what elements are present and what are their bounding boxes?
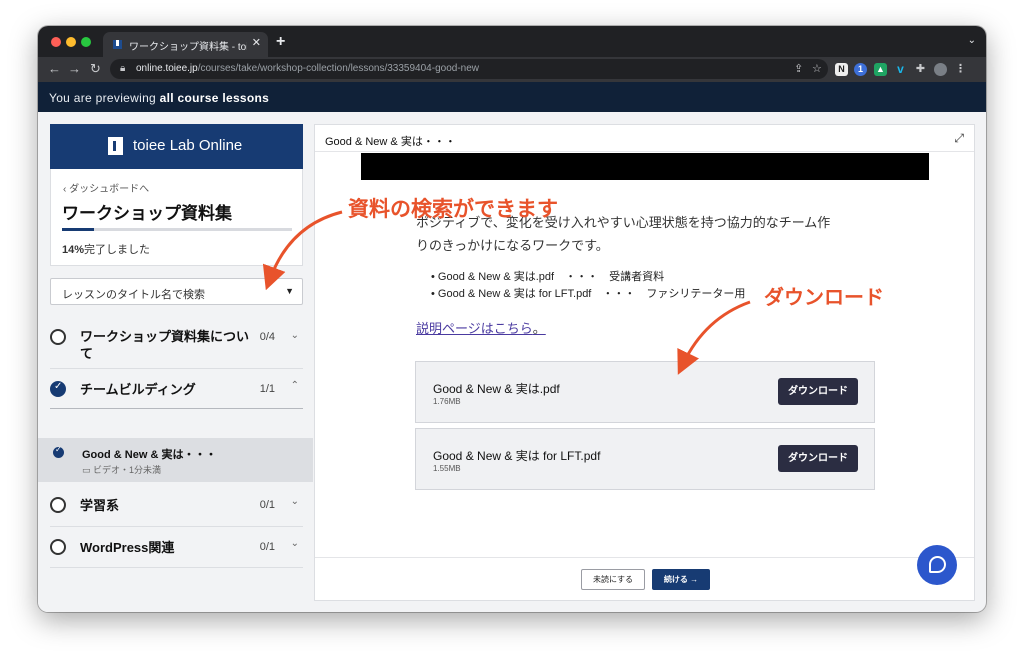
vimeo-extension-icon[interactable]: v — [894, 63, 907, 76]
file-list-item: Good & New & 実は for LFT.pdf ・・・ ファシリテーター… — [431, 286, 745, 303]
lesson-item-active[interactable]: Good & New & 実は・・・ ▭ ビデオ・1分未満 — [38, 438, 313, 482]
back-icon[interactable]: ← — [48, 61, 61, 76]
school-name: toiee Lab Online — [133, 137, 243, 154]
info-page-link[interactable]: 説明ページはこちら。 — [416, 318, 546, 337]
lesson-search-placeholder: レッスンのタイトル名で検索 — [62, 289, 205, 301]
chapter-item[interactable]: WordPress関連 0/1 ⌄ — [50, 526, 303, 566]
school-header[interactable]: toiee Lab Online — [50, 124, 303, 169]
preview-banner: You are previewing all course lessons — [38, 82, 986, 112]
chapter-item[interactable]: 学習系 0/1 ⌄ — [50, 484, 303, 524]
download-file-size: 1.55MB — [433, 464, 461, 473]
course-progress-text: 14%完了しました — [62, 244, 151, 256]
chapter-count: 0/1 — [259, 499, 275, 511]
download-item: Good & New & 実は for LFT.pdf 1.55MB ダウンロー… — [415, 428, 875, 490]
course-card: ‹ ダッシュボードへ ワークショップ資料集 14%完了しました — [50, 169, 303, 266]
divider — [50, 567, 303, 568]
chapter-count: 1/1 — [259, 383, 275, 395]
course-progress-bar — [62, 228, 292, 231]
annotation-search-note: 資料の検索ができます — [348, 197, 558, 221]
notion-extension-icon[interactable]: N — [835, 63, 848, 76]
chevron-down-icon[interactable]: ⌄ — [291, 538, 299, 549]
minimize-window-button[interactable] — [66, 37, 76, 47]
download-button[interactable]: ダウンロード — [778, 378, 858, 405]
download-button[interactable]: ダウンロード — [778, 445, 858, 472]
chapter-count: 0/4 — [259, 331, 275, 343]
chapter-status-circle-icon — [50, 539, 66, 555]
lesson-meta: ▭ ビデオ・1分未満 — [82, 465, 162, 475]
lesson-header: Good & New & 実は・・・ ⤢ — [315, 125, 974, 152]
tab-close-icon[interactable]: ✕ — [252, 36, 261, 49]
mark-incomplete-button[interactable]: 未読にする — [581, 569, 645, 590]
chapter-item[interactable]: ワークショップ資料集について 0/4 ⌄ — [50, 320, 303, 368]
expand-icon[interactable]: ⤢ — [954, 131, 964, 146]
course-title: ワークショップ資料集 — [62, 204, 232, 223]
file-list-item: Good & New & 実は.pdf ・・・ 受講者資料 — [431, 269, 745, 286]
chevron-down-icon[interactable]: ⌄ — [291, 330, 299, 341]
zoom-window-button[interactable] — [81, 37, 91, 47]
divider — [50, 408, 303, 409]
video-camera-icon: ▭ — [82, 465, 94, 475]
caret-down-icon: ▼ — [285, 286, 294, 296]
close-window-button[interactable] — [51, 37, 61, 47]
download-file-name: Good & New & 実は for LFT.pdf — [433, 449, 601, 463]
video-player[interactable] — [361, 153, 929, 180]
tab-title: ワークショップ資料集 - toiee Lab — [129, 42, 247, 53]
chapter-item[interactable]: チームビルディング 1/1 ⌃ — [50, 369, 303, 409]
footer-divider — [315, 557, 974, 558]
download-item: Good & New & 実は.pdf 1.76MB ダウンロード — [415, 361, 875, 423]
share-icon[interactable]: ⇪ — [794, 62, 803, 75]
lesson-search-select[interactable]: レッスンのタイトル名で検索 ▼ — [50, 278, 303, 305]
drive-extension-icon[interactable]: ▲ — [874, 63, 887, 76]
lesson-title: Good & New & 実は・・・ — [82, 449, 217, 461]
lesson-complete-check-icon — [53, 445, 64, 458]
chevron-down-icon[interactable]: ⌄ — [291, 496, 299, 507]
forward-icon[interactable]: → — [68, 61, 81, 76]
course-sidebar: toiee Lab Online ‹ ダッシュボードへ ワークショップ資料集 1… — [38, 112, 313, 612]
download-file-size: 1.76MB — [433, 397, 461, 406]
browser-tab[interactable]: ワークショップ資料集 - toiee Lab ✕ — [103, 32, 268, 57]
chapter-title: チームビルディング — [80, 382, 196, 397]
tab-strip: ワークショップ資料集 - toiee Lab ✕ + ⌄ — [38, 26, 986, 57]
onepassword-extension-icon[interactable]: 1 — [854, 63, 867, 76]
download-file-name: Good & New & 実は.pdf — [433, 382, 560, 396]
lock-icon: 🔒︎ — [120, 63, 126, 74]
address-bar[interactable]: 🔒︎ online.toiee.jp/courses/take/workshop… — [110, 59, 828, 79]
school-logo-icon — [108, 137, 123, 155]
chevron-up-icon[interactable]: ⌃ — [291, 380, 299, 391]
new-tab-button[interactable]: + — [276, 33, 285, 51]
extensions-puzzle-icon[interactable]: ✚ — [914, 63, 927, 76]
dashboard-back-link[interactable]: ‹ ダッシュボードへ — [63, 180, 149, 195]
browser-window: ワークショップ資料集 - toiee Lab ✕ + ⌄ ← → ↻ 🔒︎ on… — [38, 26, 986, 612]
lesson-heading: Good & New & 実は・・・ — [325, 136, 456, 148]
profile-avatar[interactable] — [934, 63, 947, 76]
browser-menu-icon[interactable]: ⋮ — [954, 63, 967, 76]
chapter-status-circle-icon — [50, 329, 66, 345]
chat-help-icon[interactable] — [917, 545, 957, 585]
chapter-title: WordPress関連 — [80, 540, 175, 555]
preview-banner-text: You are previewing all course lessons — [49, 91, 270, 105]
file-list: Good & New & 実は.pdf ・・・ 受講者資料 Good & New… — [431, 269, 745, 303]
chapter-count: 0/1 — [259, 541, 275, 553]
url-text: online.toiee.jp/courses/take/workshop-co… — [136, 63, 479, 74]
annotation-download-note: ダウンロード — [764, 285, 884, 309]
chapter-title: ワークショップ資料集について — [80, 329, 250, 361]
reload-icon[interactable]: ↻ — [90, 61, 101, 77]
chapter-status-circle-icon — [50, 497, 66, 513]
continue-button[interactable]: 続ける → — [652, 569, 710, 590]
chapter-title: 学習系 — [80, 498, 120, 513]
tab-search-icon[interactable]: ⌄ — [968, 35, 976, 46]
chapter-complete-check-icon — [50, 381, 66, 397]
course-progress-fill — [62, 228, 95, 231]
bookmark-star-icon[interactable]: ☆ — [812, 62, 822, 75]
browser-toolbar: ← → ↻ 🔒︎ online.toiee.jp/courses/take/wo… — [38, 57, 986, 82]
favicon-icon — [113, 40, 122, 49]
